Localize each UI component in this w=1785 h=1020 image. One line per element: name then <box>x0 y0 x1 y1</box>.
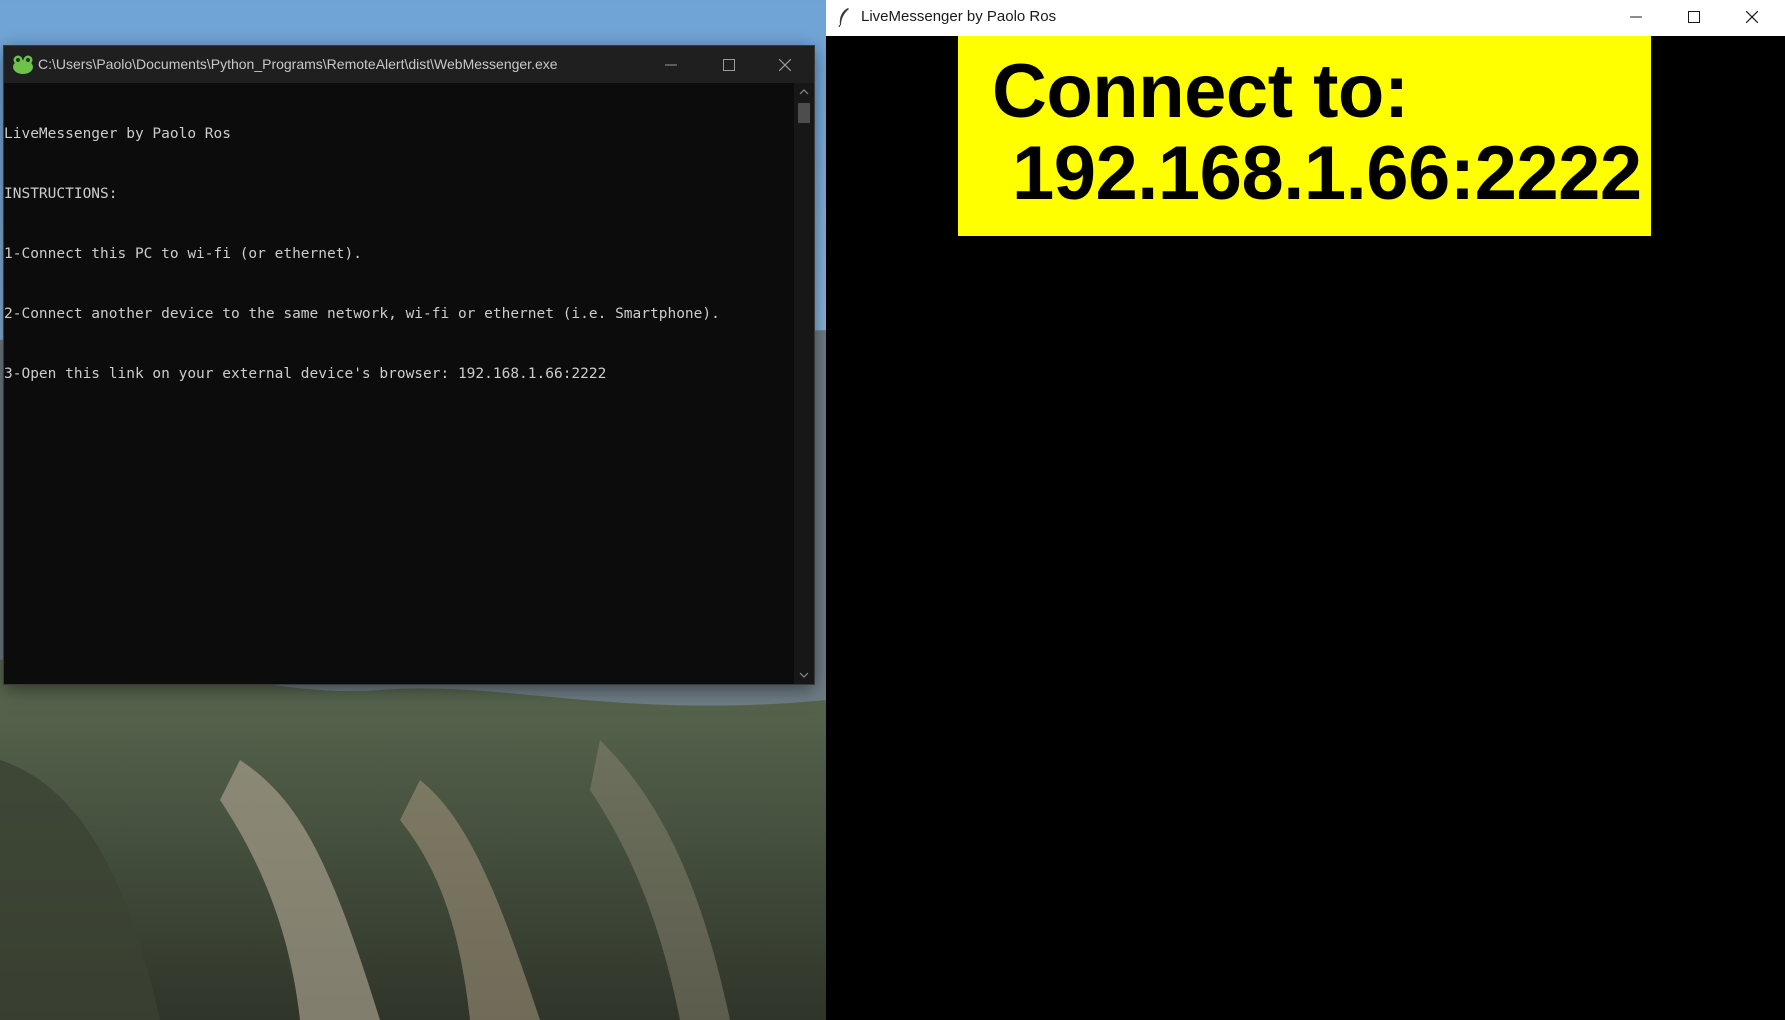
close-icon <box>1746 11 1758 23</box>
console-window[interactable]: C:\Users\Paolo\Documents\Python_Programs… <box>4 46 814 684</box>
close-button[interactable] <box>1723 0 1781 34</box>
console-line: 3-Open this link on your external device… <box>4 366 607 382</box>
scroll-up-button[interactable] <box>794 83 814 101</box>
maximize-icon <box>723 58 735 71</box>
minimize-button[interactable] <box>642 46 700 83</box>
livemessenger-window-title: LiveMessenger by Paolo Ros <box>861 8 1057 25</box>
livemessenger-titlebar[interactable]: LiveMessenger by Paolo Ros <box>826 0 1785 36</box>
maximize-icon <box>1688 11 1700 23</box>
vertical-scrollbar[interactable] <box>794 83 814 684</box>
scrollbar-thumb[interactable] <box>798 103 810 123</box>
console-line: LiveMessenger by Paolo Ros <box>4 126 231 142</box>
console-line: INSTRUCTIONS: <box>4 186 118 202</box>
feather-icon <box>838 8 849 27</box>
maximize-button[interactable] <box>1665 0 1723 34</box>
console-titlebar[interactable]: C:\Users\Paolo\Documents\Python_Programs… <box>4 46 814 83</box>
connect-heading: Connect to: <box>992 49 1409 134</box>
chevron-up-icon <box>799 89 809 95</box>
minimize-button[interactable] <box>1607 0 1665 34</box>
close-icon <box>779 58 791 71</box>
maximize-button[interactable] <box>700 46 758 83</box>
close-button[interactable] <box>756 46 814 83</box>
scroll-down-button[interactable] <box>794 666 814 684</box>
connect-banner: Connect to: 192.168.1.66:2222 <box>958 36 1651 236</box>
console-line: 2-Connect another device to the same net… <box>4 306 720 322</box>
console-line: 1-Connect this PC to wi-fi (or ethernet)… <box>4 246 362 262</box>
console-window-title: C:\Users\Paolo\Documents\Python_Programs… <box>38 56 558 72</box>
minimize-icon <box>665 64 677 65</box>
console-output[interactable]: LiveMessenger by Paolo Ros INSTRUCTIONS:… <box>4 83 794 685</box>
frog-app-icon <box>13 55 33 74</box>
chevron-down-icon <box>799 672 809 678</box>
connect-address: 192.168.1.66:2222 <box>1012 131 1642 216</box>
minimize-icon <box>1630 16 1642 18</box>
livemessenger-window[interactable]: LiveMessenger by Paolo Ros Connect to: 1… <box>826 0 1785 1020</box>
